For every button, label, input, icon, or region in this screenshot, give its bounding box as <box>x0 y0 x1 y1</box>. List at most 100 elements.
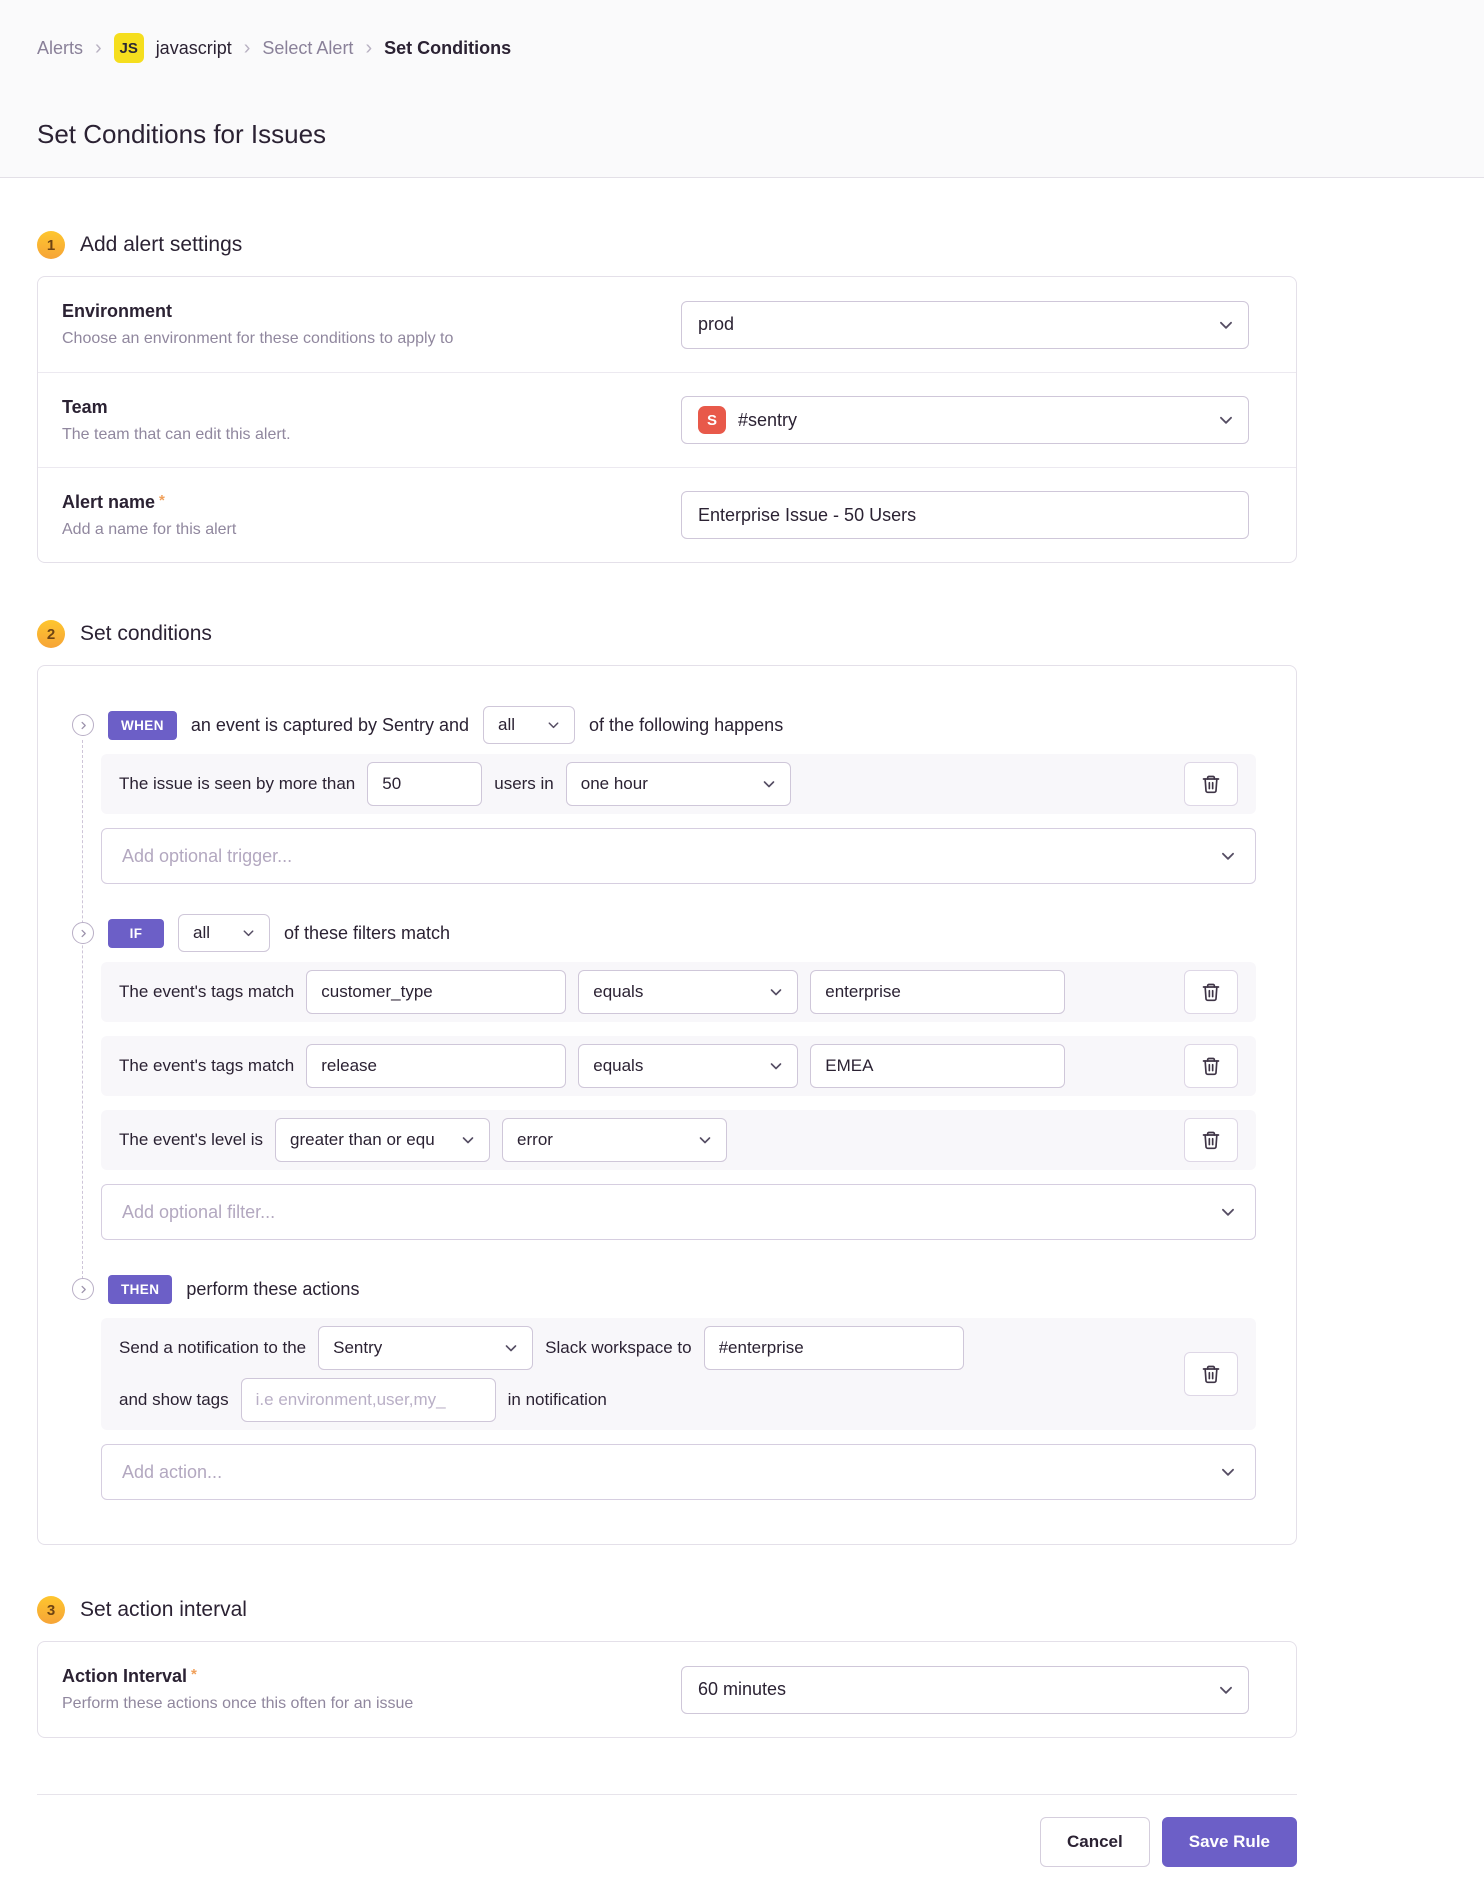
channel-input[interactable] <box>704 1326 964 1370</box>
if-text-after: of these filters match <box>284 923 450 944</box>
level-operator-select[interactable]: greater than or equ <box>275 1118 490 1162</box>
level-operator-value: greater than or equ <box>290 1130 435 1150</box>
alert-name-description: Add a name for this alert <box>62 521 236 539</box>
if-body: The event's tags match equals The event <box>101 962 1256 1240</box>
add-trigger-placeholder: Add optional trigger... <box>122 846 292 867</box>
step1-number-badge: 1 <box>37 231 65 259</box>
trigger-interval-select[interactable]: one hour <box>566 762 791 806</box>
add-action-placeholder: Add action... <box>122 1462 222 1483</box>
expand-chevron-icon[interactable] <box>72 714 94 736</box>
chevron-down-icon <box>546 718 561 733</box>
step2-header: 2 Set conditions <box>37 619 1297 649</box>
action-interval-row: Action Interval* Perform these actions o… <box>38 1642 1296 1737</box>
breadcrumb-item-select-alert[interactable]: Select Alert <box>262 38 353 59</box>
tags-input[interactable] <box>241 1378 496 1422</box>
action-interval-value: 60 minutes <box>698 1679 786 1700</box>
top-bar: Alerts › JS javascript › Select Alert › … <box>0 0 1484 178</box>
alert-name-labels: Alert name* Add a name for this alert <box>62 492 236 539</box>
workspace-select[interactable]: Sentry <box>318 1326 533 1370</box>
action-line-2: and show tags in notification <box>119 1378 1172 1422</box>
breadcrumb-item-current: Set Conditions <box>384 38 511 59</box>
action-card: Send a notification to the Sentry Slack … <box>101 1318 1256 1430</box>
if-match-value: all <box>193 923 210 943</box>
when-match-value: all <box>498 715 515 735</box>
environment-row: Environment Choose an environment for th… <box>38 277 1296 372</box>
filter-operator-value: equals <box>593 982 643 1002</box>
filter-operator-select[interactable]: equals <box>578 1044 798 1088</box>
save-rule-button[interactable]: Save Rule <box>1162 1817 1297 1867</box>
delete-action-button[interactable] <box>1184 1352 1238 1396</box>
action-interval-labels: Action Interval* Perform these actions o… <box>62 1666 413 1713</box>
filter-key-input[interactable] <box>306 1044 566 1088</box>
filter-key-input[interactable] <box>306 970 566 1014</box>
action-text-3: and show tags <box>119 1390 229 1410</box>
filter-operator-select[interactable]: equals <box>578 970 798 1014</box>
step1-title: Add alert settings <box>80 233 242 257</box>
action-interval-label: Action Interval* <box>62 1666 413 1687</box>
workspace-value: Sentry <box>333 1338 382 1358</box>
chevron-down-icon <box>1219 1463 1237 1481</box>
add-filter-placeholder: Add optional filter... <box>122 1202 275 1223</box>
alert-name-input[interactable] <box>681 491 1249 539</box>
step2-number-badge: 2 <box>37 620 65 648</box>
filter-value-input[interactable] <box>810 1044 1065 1088</box>
delete-filter-button[interactable] <box>1184 1118 1238 1162</box>
trash-icon <box>1201 982 1221 1002</box>
conditions-panel: WHEN an event is captured by Sentry and … <box>37 665 1297 1545</box>
add-filter-select[interactable]: Add optional filter... <box>101 1184 1256 1240</box>
chevron-down-icon <box>768 984 784 1000</box>
chevron-down-icon <box>697 1132 713 1148</box>
chevron-down-icon <box>241 926 256 941</box>
trash-icon <box>1201 1364 1221 1384</box>
required-mark: * <box>159 492 165 509</box>
filter-text: The event's level is <box>119 1130 263 1150</box>
team-select[interactable]: S #sentry <box>681 396 1249 444</box>
cancel-button[interactable]: Cancel <box>1040 1817 1150 1867</box>
filter-card-level: The event's level is greater than or equ… <box>101 1110 1256 1170</box>
if-group: IF all of these filters match The event'… <box>72 918 1256 1240</box>
step3-header: 3 Set action interval <box>37 1595 1297 1625</box>
breadcrumb-separator: › <box>244 38 251 58</box>
breadcrumb: Alerts › JS javascript › Select Alert › … <box>37 33 1447 63</box>
then-group: THEN perform these actions Send a notifi… <box>72 1274 1256 1500</box>
level-value-select[interactable]: error <box>502 1118 727 1162</box>
action-interval-panel: Action Interval* Perform these actions o… <box>37 1641 1297 1738</box>
action-text-4: in notification <box>508 1390 607 1410</box>
add-trigger-select[interactable]: Add optional trigger... <box>101 828 1256 884</box>
delete-filter-button[interactable] <box>1184 1044 1238 1088</box>
environment-label: Environment <box>62 301 453 322</box>
chevron-down-icon <box>1217 411 1235 429</box>
trigger-interval-value: one hour <box>581 774 648 794</box>
team-row: Team The team that can edit this alert. … <box>38 372 1296 467</box>
environment-select[interactable]: prod <box>681 301 1249 349</box>
add-action-select[interactable]: Add action... <box>101 1444 1256 1500</box>
delete-trigger-button[interactable] <box>1184 762 1238 806</box>
step3-number-badge: 3 <box>37 1596 65 1624</box>
expand-chevron-icon[interactable] <box>72 1278 94 1300</box>
trigger-count-input[interactable] <box>367 762 482 806</box>
trigger-text-before: The issue is seen by more than <box>119 774 355 794</box>
expand-chevron-icon[interactable] <box>72 922 94 944</box>
action-text-1: Send a notification to the <box>119 1338 306 1358</box>
team-select-value: #sentry <box>738 410 797 431</box>
breadcrumb-separator: › <box>95 38 102 58</box>
filter-operator-value: equals <box>593 1056 643 1076</box>
chevron-down-icon <box>1219 847 1237 865</box>
filter-value-input[interactable] <box>810 970 1065 1014</box>
when-match-select[interactable]: all <box>483 706 575 744</box>
trash-icon <box>1201 774 1221 794</box>
if-match-select[interactable]: all <box>178 914 270 952</box>
breadcrumb-item-alerts[interactable]: Alerts <box>37 38 83 59</box>
action-interval-description: Perform these actions once this often fo… <box>62 1695 413 1713</box>
environment-description: Choose an environment for these conditio… <box>62 330 453 348</box>
step1-header: 1 Add alert settings <box>37 230 1297 260</box>
delete-filter-button[interactable] <box>1184 970 1238 1014</box>
then-row: THEN perform these actions <box>72 1274 1256 1304</box>
team-avatar: S <box>698 406 726 434</box>
breadcrumb-item-project[interactable]: javascript <box>156 38 232 59</box>
breadcrumb-separator: › <box>365 38 372 58</box>
action-interval-select[interactable]: 60 minutes <box>681 1666 1249 1714</box>
step2-title: Set conditions <box>80 622 212 646</box>
when-body: The issue is seen by more than users in … <box>101 754 1256 884</box>
when-text-after: of the following happens <box>589 715 783 736</box>
